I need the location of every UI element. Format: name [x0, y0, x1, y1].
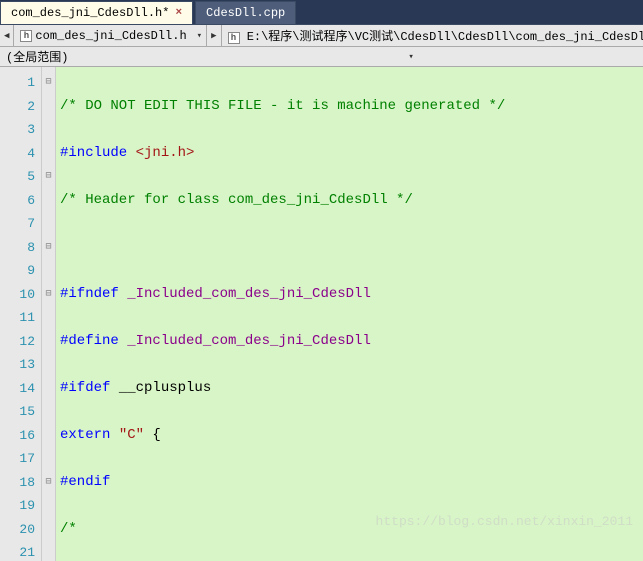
line-number: 5: [2, 165, 35, 189]
tabs-bar: com_des_jni_CdesDll.h* × CdesDll.cpp: [0, 0, 643, 25]
fold-toggle: [42, 142, 55, 166]
line-number: 2: [2, 95, 35, 119]
tab-header-file[interactable]: com_des_jni_CdesDll.h* ×: [0, 1, 193, 24]
fold-toggle: [42, 259, 55, 283]
fold-toggle: [42, 447, 55, 471]
code-text: _Included_com_des_jni_CdesDll: [119, 333, 371, 349]
code-editor[interactable]: /* DO NOT EDIT THIS FILE - it is machine…: [56, 67, 643, 561]
fold-toggle: [42, 541, 55, 561]
fold-toggle[interactable]: ⊟: [42, 236, 55, 260]
nav-dropdown-arrow[interactable]: ▾: [193, 25, 207, 46]
code-text: /* DO NOT EDIT THIS FILE - it is machine…: [60, 98, 505, 114]
fold-toggle: [42, 95, 55, 119]
code-text: #ifdef: [60, 380, 110, 396]
line-number: 12: [2, 330, 35, 354]
code-text: #ifndef: [60, 286, 119, 302]
fold-toggle[interactable]: ⊟: [42, 165, 55, 189]
scope-bar: (全局范围) ▾: [0, 47, 643, 67]
code-text: /* Header for class com_des_jni_CdesDll …: [60, 192, 413, 208]
line-number: 14: [2, 377, 35, 401]
line-number: 19: [2, 494, 35, 518]
fold-toggle: [42, 212, 55, 236]
fold-toggle: [42, 330, 55, 354]
fold-column: ⊟ ⊟ ⊟ ⊟ ⊟: [42, 67, 56, 561]
code-text: {: [144, 427, 161, 443]
fold-toggle: [42, 118, 55, 142]
nav-history-back[interactable]: ◀: [0, 25, 14, 46]
code-text: /*: [60, 521, 77, 537]
line-number: 4: [2, 142, 35, 166]
fold-toggle: [42, 189, 55, 213]
line-number: 6: [2, 189, 35, 213]
line-number: 8: [2, 236, 35, 260]
chevron-down-icon: ▾: [197, 31, 202, 41]
line-number: 17: [2, 447, 35, 471]
line-number: 11: [2, 306, 35, 330]
nav-dropdown[interactable]: h com_des_jni_CdesDll.h: [14, 27, 192, 45]
fold-toggle[interactable]: ⊟: [42, 71, 55, 95]
nav-bar: ◀ h com_des_jni_CdesDll.h ▾ ▶ h E:\程序\测试…: [0, 25, 643, 47]
chevron-left-icon: ◀: [4, 31, 9, 41]
line-number: 16: [2, 424, 35, 448]
line-number: 15: [2, 400, 35, 424]
nav-forward[interactable]: ▶: [207, 25, 221, 46]
fold-toggle: [42, 353, 55, 377]
fold-toggle: [42, 377, 55, 401]
chevron-down-icon[interactable]: ▾: [408, 52, 413, 62]
h-file-icon: h: [228, 32, 240, 44]
close-icon[interactable]: ×: [175, 7, 182, 19]
h-file-icon: h: [20, 30, 32, 42]
code-text: #include: [60, 145, 127, 161]
code-text: <jni.h>: [127, 145, 194, 161]
line-number: 1: [2, 71, 35, 95]
path-text: E:\程序\测试程序\VC测试\CdesDll\CdesDll\com_des_…: [247, 30, 643, 44]
tab-cpp-file[interactable]: CdesDll.cpp: [195, 1, 296, 24]
line-number: 20: [2, 518, 35, 542]
line-number: 18: [2, 471, 35, 495]
line-number: 3: [2, 118, 35, 142]
line-number: 10: [2, 283, 35, 307]
code-text: __cplusplus: [110, 380, 211, 396]
tab-label: com_des_jni_CdesDll.h*: [11, 6, 169, 20]
code-text: _Included_com_des_jni_CdesDll: [119, 286, 371, 302]
tab-label: CdesDll.cpp: [206, 6, 285, 20]
fold-toggle: [42, 424, 55, 448]
code-text: extern: [60, 427, 110, 443]
fold-toggle: [42, 306, 55, 330]
line-number: 21: [2, 541, 35, 561]
code-text: #define: [60, 333, 119, 349]
chevron-right-icon: ▶: [211, 31, 216, 41]
fold-toggle[interactable]: ⊟: [42, 283, 55, 307]
line-number: 7: [2, 212, 35, 236]
nav-dropdown-label: com_des_jni_CdesDll.h: [35, 29, 186, 43]
code-text: #endif: [60, 474, 110, 490]
code-text: "C": [110, 427, 144, 443]
scope-dropdown[interactable]: (全局范围): [6, 48, 408, 65]
file-path: h E:\程序\测试程序\VC测试\CdesDll\CdesDll\com_de…: [222, 27, 643, 44]
fold-toggle: [42, 494, 55, 518]
fold-toggle: [42, 400, 55, 424]
line-number: 9: [2, 259, 35, 283]
fold-toggle[interactable]: ⊟: [42, 471, 55, 495]
fold-toggle: [42, 518, 55, 542]
line-gutter: 1 2 3 4 5 6 7 8 9 10 11 12 13 14 15 16 1…: [0, 67, 42, 561]
line-number: 13: [2, 353, 35, 377]
code-area: 1 2 3 4 5 6 7 8 9 10 11 12 13 14 15 16 1…: [0, 67, 643, 561]
